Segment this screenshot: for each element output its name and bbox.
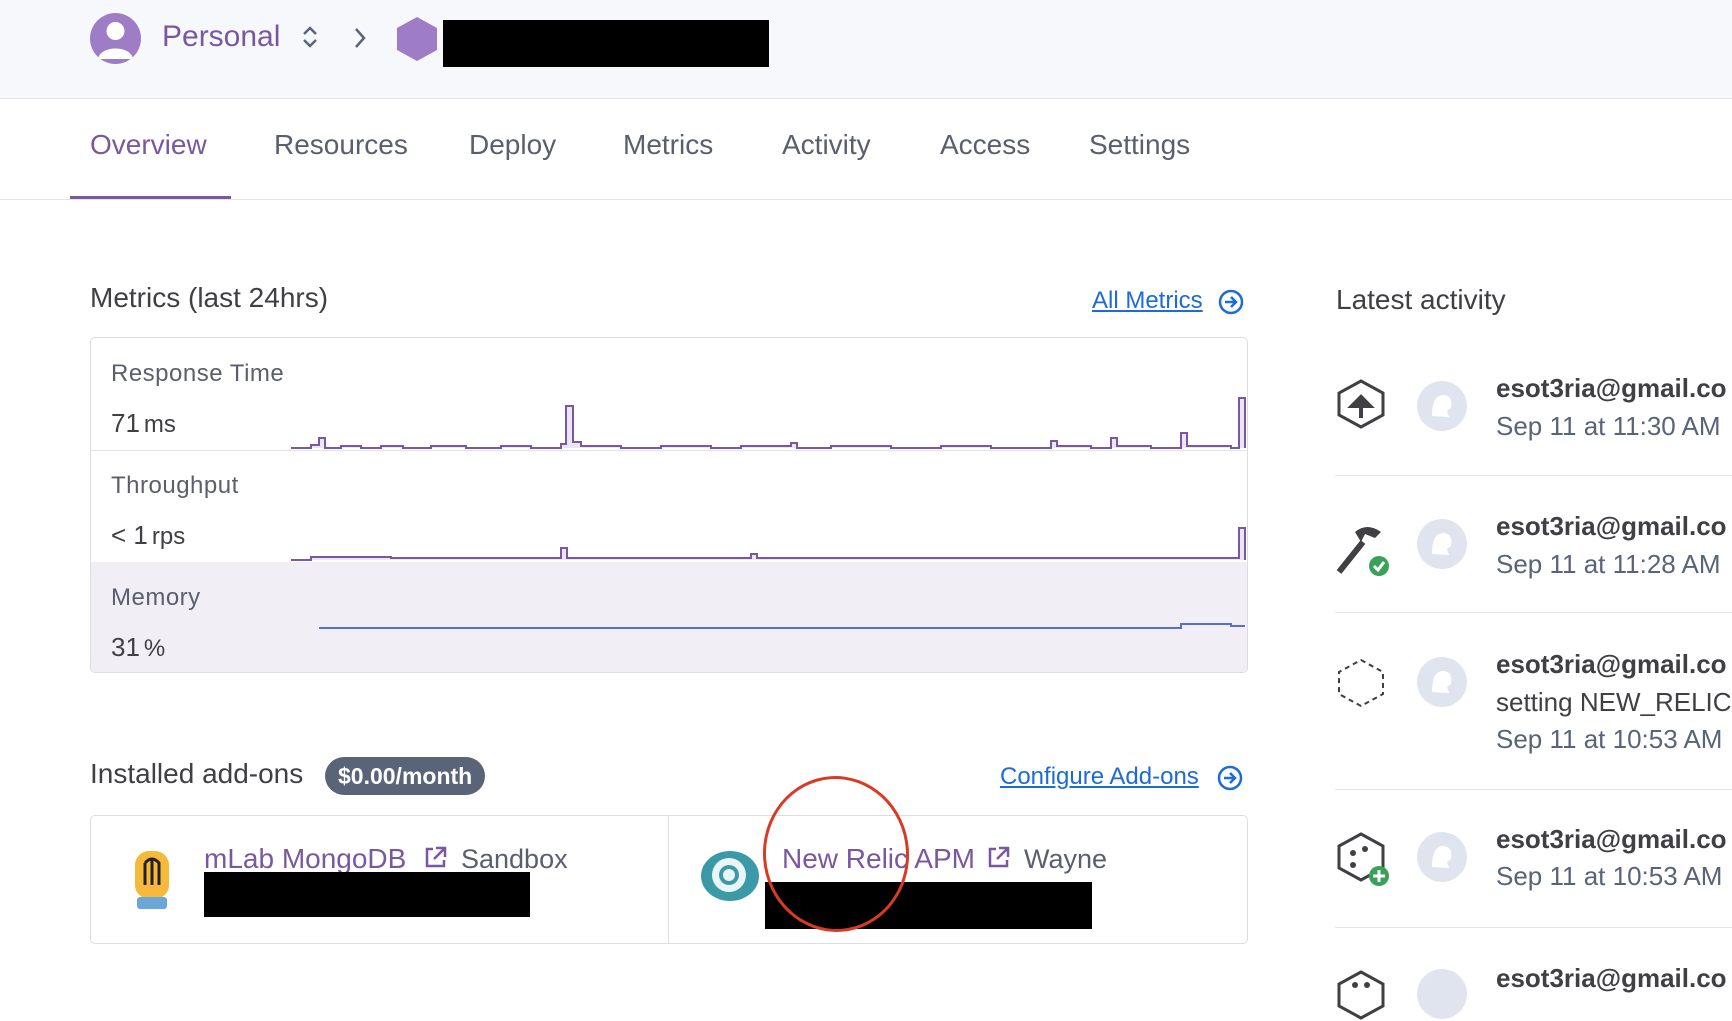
activity-user: esot3ria@gmail.co	[1496, 373, 1727, 403]
redacted-app-name	[443, 20, 769, 67]
chevron-right-icon	[355, 28, 366, 48]
activity-item[interactable]: esot3ria@gmail.co Sep 11 at 11:28 AM	[1335, 475, 1732, 613]
arrow-circle-right-icon[interactable]	[1218, 289, 1244, 315]
addon-mlab-mongodb-link[interactable]: mLab MongoDB	[204, 843, 406, 875]
metric-label: Memory	[111, 584, 201, 611]
metric-value: 31%	[111, 632, 166, 662]
all-metrics-link[interactable]: All Metrics	[1092, 287, 1203, 315]
activity-item[interactable]: esot3ria@gmail.co setting NEW_RELIC Sep …	[1335, 612, 1732, 790]
tab-metrics[interactable]: Metrics	[623, 129, 713, 161]
throughput-sparkline	[291, 527, 1246, 561]
account-avatar-icon[interactable]	[90, 13, 141, 64]
activity-user: esot3ria@gmail.co	[1496, 649, 1727, 679]
new-relic-logo-icon	[701, 851, 759, 901]
mlab-logo-icon	[135, 851, 169, 909]
avatar	[1417, 969, 1467, 1019]
configure-addons-link[interactable]: Configure Add-ons	[1000, 763, 1199, 791]
metric-response-time[interactable]: Response Time 71 ms	[91, 338, 1247, 451]
activity-description: setting NEW_RELIC	[1496, 687, 1732, 717]
activity-title: Latest activity	[1336, 284, 1506, 315]
config-icon	[1338, 658, 1384, 708]
app-hexagon-icon	[397, 17, 437, 61]
activity-time: Sep 11 at 10:53 AM	[1496, 724, 1723, 754]
addon-plan: Sandbox	[461, 844, 568, 874]
metric-value: < 1 rps	[111, 520, 186, 550]
price-badge: $0.00/month	[325, 757, 486, 795]
metric-label: Throughput	[111, 472, 239, 499]
addons-title: Installed add-ons	[90, 758, 304, 789]
activity-time: Sep 11 at 10:53 AM	[1496, 861, 1723, 891]
avatar	[1417, 832, 1467, 882]
tab-deploy[interactable]: Deploy	[469, 129, 556, 161]
activity-item[interactable]: esot3ria@gmail.co	[1335, 927, 1732, 1020]
redacted-addon-detail	[204, 872, 530, 917]
response-time-sparkline	[291, 397, 1246, 449]
addon-icon	[1337, 970, 1385, 1020]
tab-settings[interactable]: Settings	[1089, 129, 1190, 161]
top-bar: Personal	[0, 0, 1732, 99]
arrow-circle-right-icon[interactable]	[1217, 765, 1243, 791]
metric-memory[interactable]: Memory 31%	[91, 562, 1247, 672]
activity-user: esot3ria@gmail.co	[1496, 511, 1727, 541]
activity-user: esot3ria@gmail.co	[1496, 824, 1727, 854]
avatar	[1417, 657, 1467, 707]
activity-time: Sep 11 at 11:28 AM	[1496, 549, 1721, 579]
avatar	[1417, 519, 1467, 569]
metric-throughput[interactable]: Throughput < 1 rps	[91, 450, 1247, 563]
external-link-icon[interactable]	[986, 845, 1011, 870]
active-tab-indicator	[70, 196, 231, 199]
activity-item[interactable]: esot3ria@gmail.co Sep 11 at 11:30 AM	[1335, 350, 1732, 476]
addon-plan: Wayne	[1024, 844, 1108, 874]
tab-resources[interactable]: Resources	[274, 129, 408, 161]
tab-overview[interactable]: Overview	[90, 129, 207, 161]
addon-added-icon	[1337, 832, 1389, 886]
metrics-title: Metrics (last 24hrs)	[90, 282, 329, 313]
build-success-icon	[1336, 527, 1389, 576]
metric-label: Response Time	[111, 360, 285, 387]
account-switcher[interactable]: Personal	[162, 20, 280, 54]
memory-sparkline	[319, 623, 1245, 629]
avatar	[1417, 381, 1467, 431]
tab-access[interactable]: Access	[940, 129, 1030, 161]
activity-item[interactable]: esot3ria@gmail.co Sep 11 at 10:53 AM	[1335, 789, 1732, 928]
addon-divider	[668, 816, 669, 943]
metric-value: 71 ms	[111, 408, 176, 438]
activity-user: esot3ria@gmail.co	[1496, 963, 1727, 993]
activity-time: Sep 11 at 11:30 AM	[1496, 411, 1721, 441]
metrics-card: Response Time 71 ms Throughput < 1 rps Mem…	[90, 337, 1248, 673]
updown-chevron-icon[interactable]	[298, 22, 322, 52]
app-tabs: Overview Resources Deploy Metrics Activi…	[0, 99, 1732, 200]
tab-activity[interactable]: Activity	[782, 129, 871, 161]
deploy-icon	[1337, 379, 1385, 429]
external-link-icon[interactable]	[423, 845, 448, 870]
